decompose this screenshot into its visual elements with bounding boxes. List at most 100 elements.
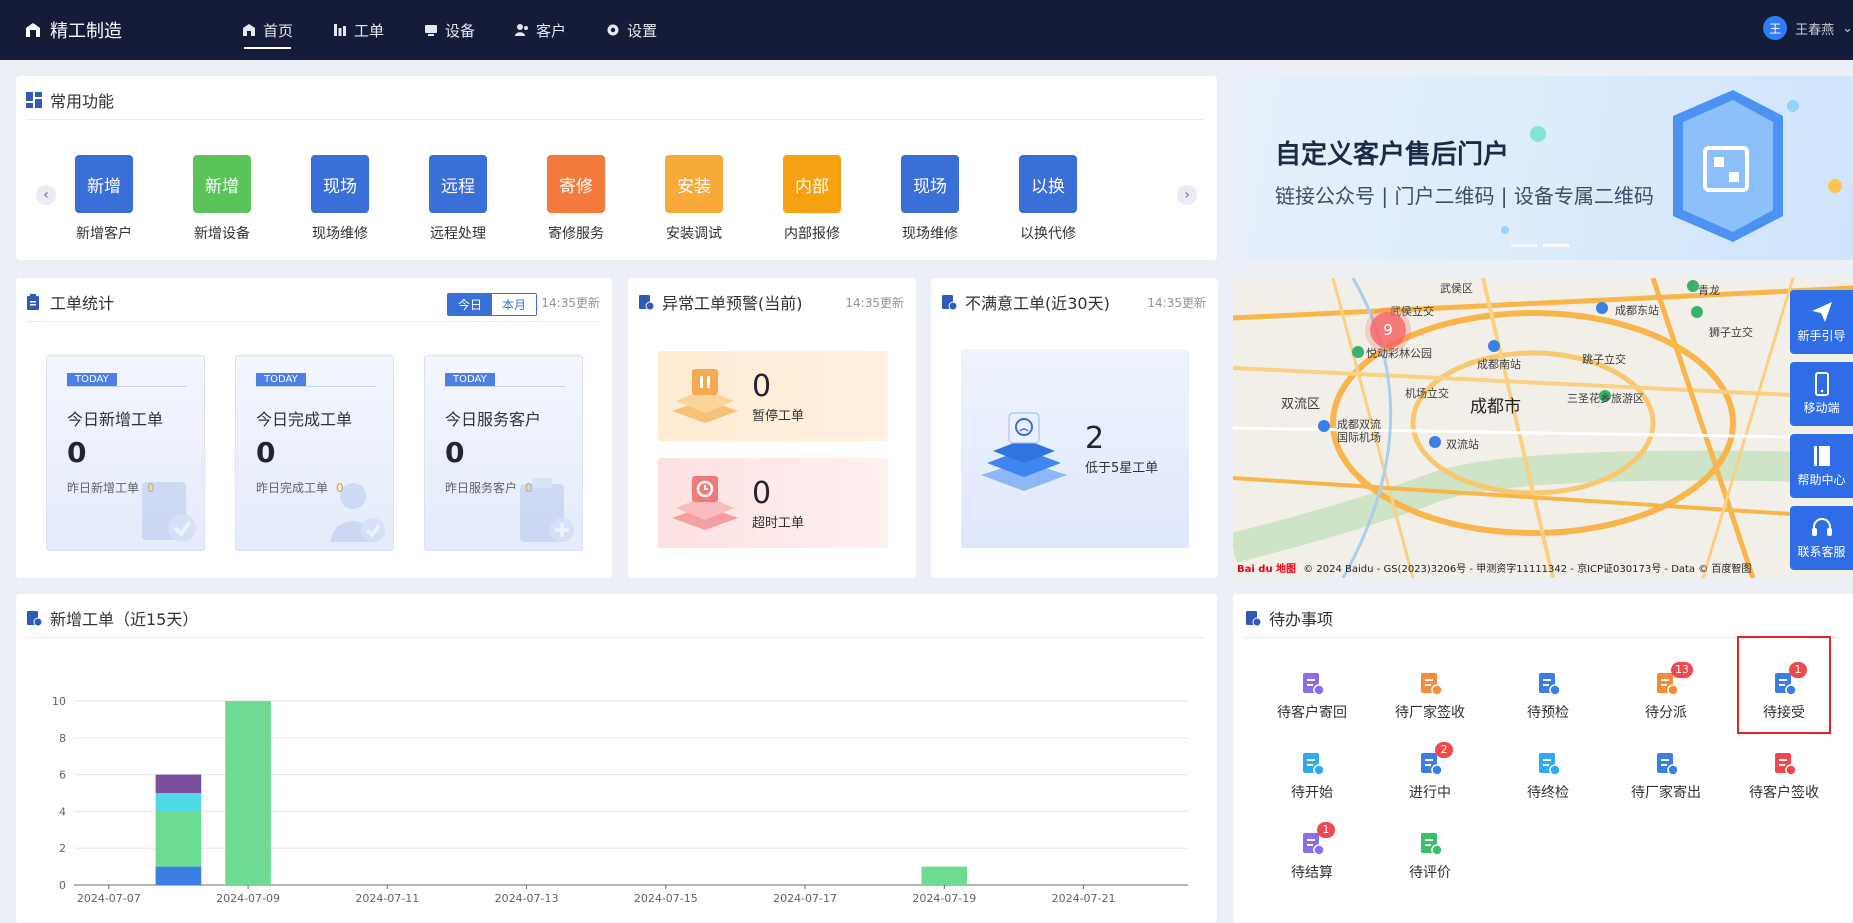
quick-function-item[interactable]: 内部 内部报修 — [762, 155, 862, 243]
quick-function-tile[interactable]: 安装 — [665, 155, 723, 213]
overdue-count: 0 — [752, 476, 772, 511]
map-roads — [1233, 278, 1853, 578]
quick-function-item[interactable]: 现场 现场维修 — [290, 155, 390, 243]
quick-function-item[interactable]: 现场 现场维修 — [880, 155, 980, 243]
customer-sign-icon — [1771, 750, 1797, 776]
tab-this-month[interactable]: 本月 — [492, 294, 537, 315]
stat-sub-label: 昨日完成工单 — [256, 481, 329, 495]
todo-item[interactable]: 待厂家寄出 — [1607, 750, 1725, 802]
new-workorders-trend-card: 新增工单（近15天） 0 2 4 6 8 10 2024-07-07 2024-07-09 20… — [16, 594, 1217, 923]
divider — [26, 321, 600, 322]
todo-item[interactable]: 2 进行中 — [1371, 742, 1489, 802]
todo-item[interactable]: 待客户签收 — [1725, 750, 1843, 802]
nav-home-label: 首页 — [263, 21, 294, 40]
todo-item[interactable]: 待终检 — [1489, 750, 1607, 802]
quick-function-label: 新增客户 — [76, 226, 132, 242]
bar-segment — [155, 774, 202, 793]
progress-icon: 2 — [1417, 742, 1453, 776]
main-nav: 首页 工单 设备 客户 设置 — [222, 0, 677, 60]
y-tick-label: 2 — [59, 842, 66, 855]
bar-segment — [155, 811, 202, 867]
todo-label: 待厂家寄出 — [1631, 785, 1701, 801]
user-menu[interactable]: 王 王春燕 ⌄ — [1763, 16, 1853, 40]
help-center-button[interactable]: 帮助中心 — [1790, 434, 1853, 498]
nav-device[interactable]: 设备 — [404, 0, 495, 60]
stat-today-new[interactable]: TODAY 今日新增工单 0 昨日新增工单0 — [46, 355, 205, 551]
map-cluster-marker[interactable]: 9 — [1370, 312, 1406, 348]
quick-function-label: 新增设备 — [194, 226, 250, 242]
quick-function-label: 寄修服务 — [548, 226, 604, 242]
updated-time: 14:35更新 — [541, 296, 600, 310]
quick-function-item[interactable]: 以换 以换代修 — [998, 155, 1098, 243]
banner-dot-active[interactable] — [1543, 244, 1569, 247]
map-label: 双流区 — [1281, 397, 1321, 412]
tab-today[interactable]: 今日 — [448, 294, 493, 315]
book-icon — [1813, 446, 1830, 466]
quick-function-tile[interactable]: 远程 — [429, 155, 487, 213]
todo-item[interactable]: 待评价 — [1371, 830, 1489, 882]
carousel-prev-button[interactable]: ‹ — [36, 185, 56, 205]
period-toggle: 今日 本月 — [447, 293, 538, 316]
guide-button[interactable]: 新手引导 — [1790, 290, 1853, 354]
count-badge: 1 — [1317, 822, 1335, 838]
brand[interactable]: 精工制造 — [24, 17, 122, 43]
nav-settings[interactable]: 设置 — [586, 0, 677, 60]
todo-item[interactable]: 待厂家签收 — [1371, 670, 1489, 722]
today-badge: TODAY — [445, 373, 495, 386]
person-check-icon — [331, 483, 385, 542]
nav-customer[interactable]: 客户 — [495, 0, 586, 60]
quick-function-tile[interactable]: 现场 — [901, 155, 959, 213]
overdue-label: 超时工单 — [752, 516, 805, 531]
quick-function-tile[interactable]: 现场 — [311, 155, 369, 213]
portal-banner[interactable]: 自定义客户售后门户 链接公众号 | 门户二维码 | 设备专属二维码 — [1233, 76, 1853, 260]
workorder-icon — [334, 24, 347, 36]
top-navbar: 精工制造 首页 工单 设备 客户 设置 王 王春燕 ⌄ — [0, 0, 1853, 60]
todo-item[interactable]: 待开始 — [1253, 750, 1371, 802]
bar-segment — [155, 793, 202, 812]
customer-map[interactable]: 武侯区 武侯立交 成都东站 青龙 狮子立交 悦动彩林公园 成都南站 跳子立交 双… — [1233, 278, 1853, 578]
overdue-workorders[interactable]: 0 超时工单 — [658, 458, 888, 548]
stat-sub-label: 昨日新增工单 — [67, 481, 140, 495]
banner-subtitle: 链接公众号 | 门户二维码 | 设备专属二维码 — [1275, 184, 1654, 208]
stat-today-complete[interactable]: TODAY 今日完成工单 0 昨日完成工单 0 — [235, 355, 394, 551]
todo-item[interactable]: 待客户寄回 — [1253, 670, 1371, 722]
todo-item[interactable]: 13 待分派 — [1607, 662, 1725, 722]
stat-today-customers[interactable]: TODAY 今日服务客户 0 昨日服务客户0 — [424, 355, 583, 551]
todo-item[interactable]: 待预检 — [1489, 670, 1607, 722]
guide-label: 新手引导 — [1797, 329, 1846, 343]
todo-label: 待分派 — [1645, 705, 1687, 721]
quick-function-item[interactable]: 远程 远程处理 — [408, 155, 508, 243]
support-button[interactable]: 联系客服 — [1790, 506, 1853, 570]
quick-function-item[interactable]: 寄修 寄修服务 — [526, 155, 626, 243]
map-label: 国际机场 — [1337, 431, 1381, 444]
mobile-button[interactable]: 移动端 — [1790, 362, 1853, 426]
todo-item[interactable]: 1 待结算 — [1253, 822, 1371, 882]
map-label: 青龙 — [1698, 284, 1720, 297]
nav-home[interactable]: 首页 — [222, 0, 313, 60]
banner-dot[interactable] — [1511, 244, 1537, 247]
home-icon — [243, 24, 255, 36]
updated-time: 14:35更新 — [845, 296, 904, 310]
quick-function-tile[interactable]: 以换 — [1019, 155, 1077, 213]
count-badge: 2 — [1435, 742, 1453, 758]
nav-workorder[interactable]: 工单 — [313, 0, 404, 60]
quick-function-tile[interactable]: 新增 — [193, 155, 251, 213]
quick-function-tile[interactable]: 新增 — [75, 155, 133, 213]
quick-function-item[interactable]: 新增 新增客户 — [54, 155, 154, 243]
x-tick-label: 2024-07-13 — [495, 892, 559, 905]
customer-icon — [515, 24, 529, 36]
settings-icon — [607, 24, 619, 36]
low-rating-workorders[interactable]: 2 低于5星工单 — [961, 349, 1189, 548]
quick-function-tile[interactable]: 寄修 — [547, 155, 605, 213]
todo-label: 待开始 — [1291, 785, 1333, 801]
warning-doc-icon — [639, 295, 654, 310]
count-badge: 13 — [1671, 662, 1693, 678]
quick-function-item[interactable]: 新增 新增设备 — [172, 155, 272, 243]
x-tick-label: 2024-07-11 — [355, 892, 419, 905]
paused-workorders[interactable]: 0 暂停工单 — [658, 351, 888, 441]
ship-icon — [1653, 750, 1679, 776]
map-copyright-text: © 2024 Baidu - GS(2023)3206号 - 甲测资字11111… — [1303, 564, 1752, 575]
carousel-next-button[interactable]: › — [1177, 185, 1197, 205]
quick-function-tile[interactable]: 内部 — [783, 155, 841, 213]
quick-function-item[interactable]: 安装 安装调试 — [644, 155, 744, 243]
